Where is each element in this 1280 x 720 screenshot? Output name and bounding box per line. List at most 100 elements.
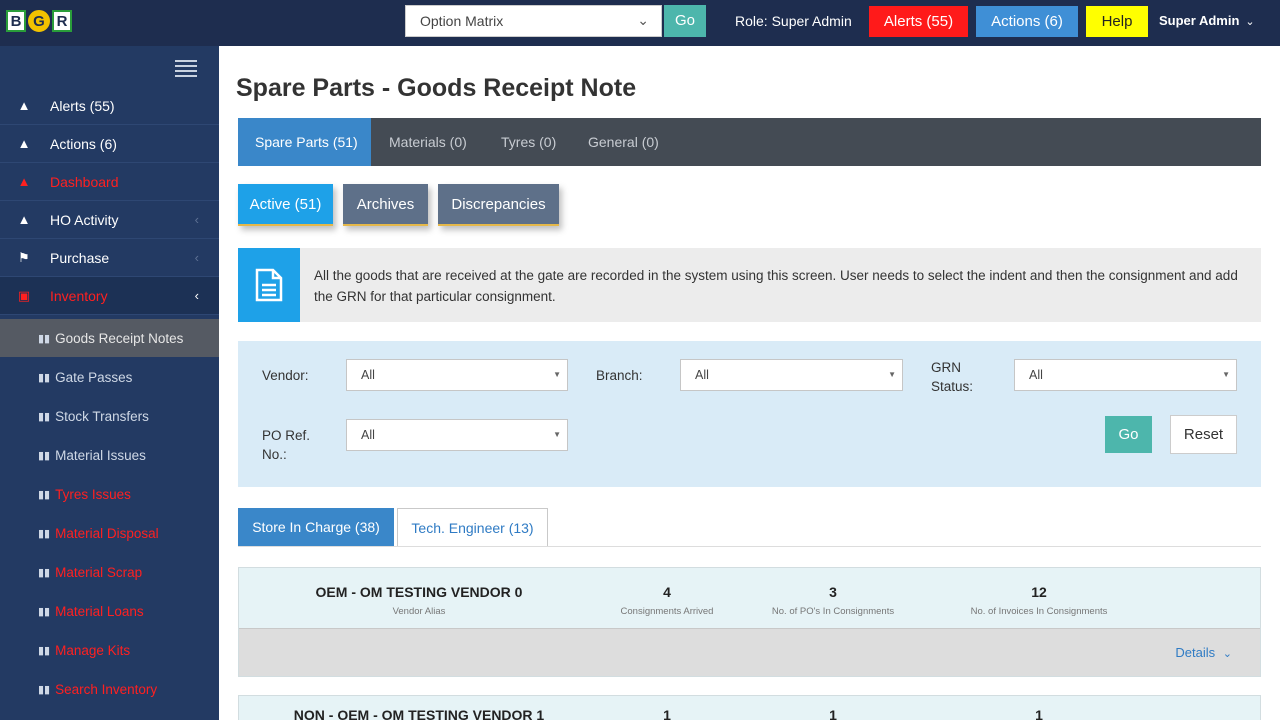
sidebar-subitem-label: Tyres Issues	[55, 486, 131, 502]
top-bar: B G R Option Matrix ⌄ Go Role: Super Adm…	[0, 0, 1280, 46]
consignments-arrived-label: Consignments Arrived	[620, 606, 714, 617]
vendor-select-value: All	[361, 368, 375, 382]
subtab-discrepancies[interactable]: Discrepancies	[438, 184, 559, 226]
sidebar-item-label: Inventory	[50, 287, 108, 304]
logo-letter-g: G	[28, 10, 50, 32]
area-chart-icon: ▲	[17, 136, 31, 151]
actions-button[interactable]: Actions (6)	[976, 6, 1078, 37]
sidebar-subitem-material-disposal[interactable]: ▮▮ Material Disposal	[0, 514, 219, 552]
bar-chart-icon: ▮▮	[38, 566, 51, 579]
vendor-name: OEM - OM TESTING VENDOR 0	[315, 584, 523, 600]
bar-chart-icon: ▮▮	[38, 644, 51, 657]
tab-spare-parts[interactable]: Spare Parts (51)	[238, 118, 371, 166]
hamburger-menu-icon[interactable]	[175, 60, 197, 77]
logo-letter-b: B	[6, 10, 26, 32]
sidebar-item-alerts[interactable]: ▲ Alerts (55)	[0, 87, 219, 125]
sidebar-subitem-goods-receipt-notes[interactable]: ▮▮ Goods Receipt Notes	[0, 319, 219, 357]
invoice-count: 12	[1031, 584, 1047, 600]
option-matrix-value: Option Matrix	[420, 13, 504, 29]
branch-select[interactable]: All ▼	[680, 359, 903, 391]
help-button[interactable]: Help	[1086, 6, 1148, 37]
tab-tech-engineer[interactable]: Tech. Engineer (13)	[397, 508, 548, 546]
chevron-down-icon: ⌄	[1245, 16, 1255, 28]
user-name: Super Admin	[1159, 13, 1240, 28]
sidebar-subitem-material-scrap[interactable]: ▮▮ Material Scrap	[0, 553, 219, 591]
sidebar-item-label: Purchase	[50, 249, 110, 266]
sidebar-item-actions[interactable]: ▲ Actions (6)	[0, 125, 219, 163]
po-count: 1	[829, 707, 837, 720]
tab-tyres[interactable]: Tyres (0)	[501, 118, 556, 166]
tabs-divider	[238, 546, 1261, 547]
branch-label: Branch:	[596, 368, 643, 383]
user-menu[interactable]: Super Admin ⌄	[1159, 13, 1255, 28]
branch-select-value: All	[695, 368, 709, 382]
po-count: 3	[829, 584, 837, 600]
sidebar-item-dashboard[interactable]: ▲ Dashboard	[0, 163, 219, 201]
invoice-count-label: No. of Invoices In Consignments	[970, 606, 1108, 617]
tab-materials[interactable]: Materials (0)	[389, 118, 467, 166]
area-chart-icon: ▲	[17, 98, 31, 113]
sidebar-item-label: HO Activity	[50, 211, 119, 228]
sidebar-subitem-material-loans[interactable]: ▮▮ Material Loans	[0, 592, 219, 630]
filter-reset-button[interactable]: Reset	[1170, 415, 1237, 454]
role-label: Role: Super Admin	[735, 13, 852, 29]
details-toggle[interactable]: Details ⌄	[1175, 645, 1232, 660]
option-matrix-select[interactable]: Option Matrix ⌄	[405, 5, 662, 37]
sidebar-subitem-label: Stock Transfers	[55, 408, 149, 424]
sidebar-item-label: Alerts (55)	[50, 97, 115, 114]
flag-icon: ⚑	[18, 249, 30, 265]
vendor-alias-label: Vendor Alias	[392, 606, 446, 617]
consignments-arrived-count: 1	[663, 707, 671, 720]
po-ref-label: PO Ref. No.:	[262, 426, 310, 464]
bar-chart-icon: ▮▮	[38, 527, 51, 540]
header-go-button[interactable]: Go	[664, 5, 706, 37]
vendor-select[interactable]: All ▼	[346, 359, 568, 391]
page-title: Spare Parts - Goods Receipt Note	[236, 74, 637, 102]
sidebar-item-purchase[interactable]: ⚑ Purchase ‹	[0, 239, 219, 277]
tab-general[interactable]: General (0)	[588, 118, 659, 166]
inventory-submenu: ▮▮ Goods Receipt Notes ▮▮ Gate Passes ▮▮…	[0, 319, 219, 720]
chevron-down-icon: ⌄	[637, 12, 649, 28]
document-icon	[238, 248, 300, 322]
sidebar-subitem-label: Goods Receipt Notes	[55, 330, 184, 346]
po-ref-label-line1: PO Ref.	[262, 428, 311, 443]
grn-status-label: GRN Status:	[931, 358, 973, 396]
sidebar-subitem-search-inventory[interactable]: ▮▮ Search Inventory	[0, 670, 219, 708]
chevron-left-icon: ‹	[194, 212, 199, 227]
sidebar-subitem-material-issues[interactable]: ▮▮ Material Issues	[0, 436, 219, 474]
filter-go-button[interactable]: Go	[1105, 416, 1152, 453]
grn-status-select[interactable]: All ▼	[1014, 359, 1237, 391]
sidebar-subitem-stock-transfers[interactable]: ▮▮ Stock Transfers	[0, 397, 219, 435]
vendor-card: NON - OEM - OM TESTING VENDOR 1 1 1 1	[238, 695, 1261, 720]
alerts-button[interactable]: Alerts (55)	[869, 6, 968, 37]
po-ref-select[interactable]: All ▼	[346, 419, 568, 451]
caret-down-icon: ▼	[553, 370, 561, 379]
logo-letter-r: R	[52, 10, 72, 32]
area-chart-icon: ▲	[17, 174, 31, 189]
sidebar-subitem-label: Material Scrap	[55, 564, 143, 580]
subtab-archives[interactable]: Archives	[343, 184, 428, 226]
sidebar-subitem-label: Material Loans	[55, 603, 144, 619]
vendor-card: OEM - OM TESTING VENDOR 0 Vendor Alias 4…	[238, 567, 1261, 677]
chevron-left-icon: ‹	[194, 288, 199, 303]
subtab-active[interactable]: Active (51)	[238, 184, 333, 226]
bar-chart-icon: ▮▮	[38, 488, 51, 501]
chevron-down-icon: ⌄	[1222, 648, 1232, 660]
invoice-count: 1	[1035, 707, 1043, 720]
sidebar-item-ho-activity[interactable]: ▲ HO Activity ‹	[0, 201, 219, 239]
vendor-label: Vendor:	[262, 368, 309, 383]
sidebar-subitem-gate-passes[interactable]: ▮▮ Gate Passes	[0, 358, 219, 396]
sidebar-item-label: Actions (6)	[50, 135, 117, 152]
tab-store-in-charge[interactable]: Store In Charge (38)	[238, 508, 394, 546]
sidebar-subitem-manage-kits[interactable]: ▮▮ Manage Kits	[0, 631, 219, 669]
bar-chart-icon: ▮▮	[38, 605, 51, 618]
bgr-logo[interactable]: B G R	[6, 5, 74, 37]
sidebar-subitem-label: Gate Passes	[55, 369, 133, 385]
filter-panel: Vendor: All ▼ Branch: All ▼ GRN Status: …	[238, 341, 1261, 487]
vendor-summary: NON - OEM - OM TESTING VENDOR 1 1 1 1	[239, 696, 1260, 720]
sidebar-item-inventory[interactable]: ▣ Inventory ‹	[0, 277, 219, 315]
sidebar-subitem-tyres-issues[interactable]: ▮▮ Tyres Issues	[0, 475, 219, 513]
vendor-summary: OEM - OM TESTING VENDOR 0 Vendor Alias 4…	[239, 568, 1260, 628]
bar-chart-icon: ▮▮	[38, 371, 51, 384]
sidebar-subitem-label: Material Issues	[55, 447, 146, 463]
